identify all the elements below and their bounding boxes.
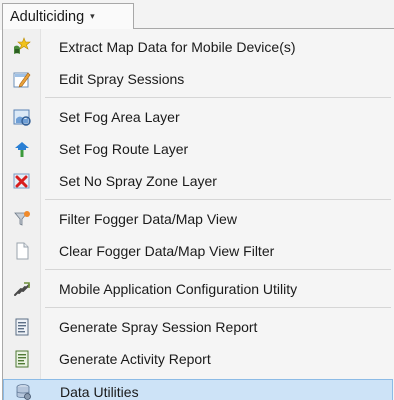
clear-filter-icon bbox=[3, 235, 41, 267]
menu-title-label: Adulticiding bbox=[10, 8, 85, 25]
menu-item-clear-fogger-filter[interactable]: Clear Fogger Data/Map View Filter bbox=[3, 235, 393, 267]
fog-route-icon bbox=[3, 133, 41, 165]
fog-area-icon bbox=[3, 101, 41, 133]
edit-sessions-icon bbox=[3, 63, 41, 95]
menu-separator bbox=[45, 307, 391, 308]
menu-separator bbox=[45, 97, 391, 98]
data-utilities-icon bbox=[4, 380, 42, 400]
chevron-down-icon: ▾ bbox=[90, 11, 95, 21]
menu-item-label: Set Fog Area Layer bbox=[59, 109, 180, 125]
menu-item-set-no-spray-zone-layer[interactable]: Set No Spray Zone Layer bbox=[3, 165, 393, 197]
menu-item-label: Set No Spray Zone Layer bbox=[59, 173, 217, 189]
menu-item-set-fog-route-layer[interactable]: Set Fog Route Layer bbox=[3, 133, 393, 165]
menu-item-data-utilities[interactable]: Data Utilities bbox=[3, 379, 393, 400]
activity-report-icon bbox=[3, 343, 41, 375]
menu-item-label: Data Utilities bbox=[60, 384, 139, 400]
adulticiding-menu-button[interactable]: Adulticiding ▾ bbox=[2, 3, 134, 29]
menu-item-generate-spray-session-report[interactable]: Generate Spray Session Report bbox=[3, 311, 393, 343]
menu-item-label: Clear Fogger Data/Map View Filter bbox=[59, 243, 275, 259]
menu-item-label: Mobile Application Configuration Utility bbox=[59, 281, 298, 297]
menu-item-set-fog-area-layer[interactable]: Set Fog Area Layer bbox=[3, 101, 393, 133]
config-utility-icon bbox=[3, 273, 41, 305]
menu-separator bbox=[45, 269, 391, 270]
no-spray-icon bbox=[3, 165, 41, 197]
menu-item-label: Generate Activity Report bbox=[59, 351, 211, 367]
menu-item-label: Generate Spray Session Report bbox=[59, 319, 258, 335]
menu-item-label: Set Fog Route Layer bbox=[59, 141, 189, 157]
menu-item-generate-activity-report[interactable]: Generate Activity Report bbox=[3, 343, 393, 375]
menu-item-label: Edit Spray Sessions bbox=[59, 71, 185, 87]
adulticiding-dropdown-menu: Extract Map Data for Mobile Device(s) Ed… bbox=[2, 28, 394, 400]
menu-separator bbox=[45, 199, 391, 200]
menu-item-label: Filter Fogger Data/Map View bbox=[59, 211, 237, 227]
menu-item-edit-spray-sessions[interactable]: Edit Spray Sessions bbox=[3, 63, 393, 95]
menu-item-label: Extract Map Data for Mobile Device(s) bbox=[59, 39, 296, 55]
filter-icon bbox=[3, 203, 41, 235]
extract-map-icon bbox=[3, 31, 41, 63]
menu-item-extract-map-data[interactable]: Extract Map Data for Mobile Device(s) bbox=[3, 31, 393, 63]
menu-item-mobile-config-utility[interactable]: Mobile Application Configuration Utility bbox=[3, 273, 393, 305]
app-window: Adulticiding ▾ Extract Map Data for Mobi… bbox=[0, 0, 394, 400]
menu-item-filter-fogger-data[interactable]: Filter Fogger Data/Map View bbox=[3, 203, 393, 235]
session-report-icon bbox=[3, 311, 41, 343]
